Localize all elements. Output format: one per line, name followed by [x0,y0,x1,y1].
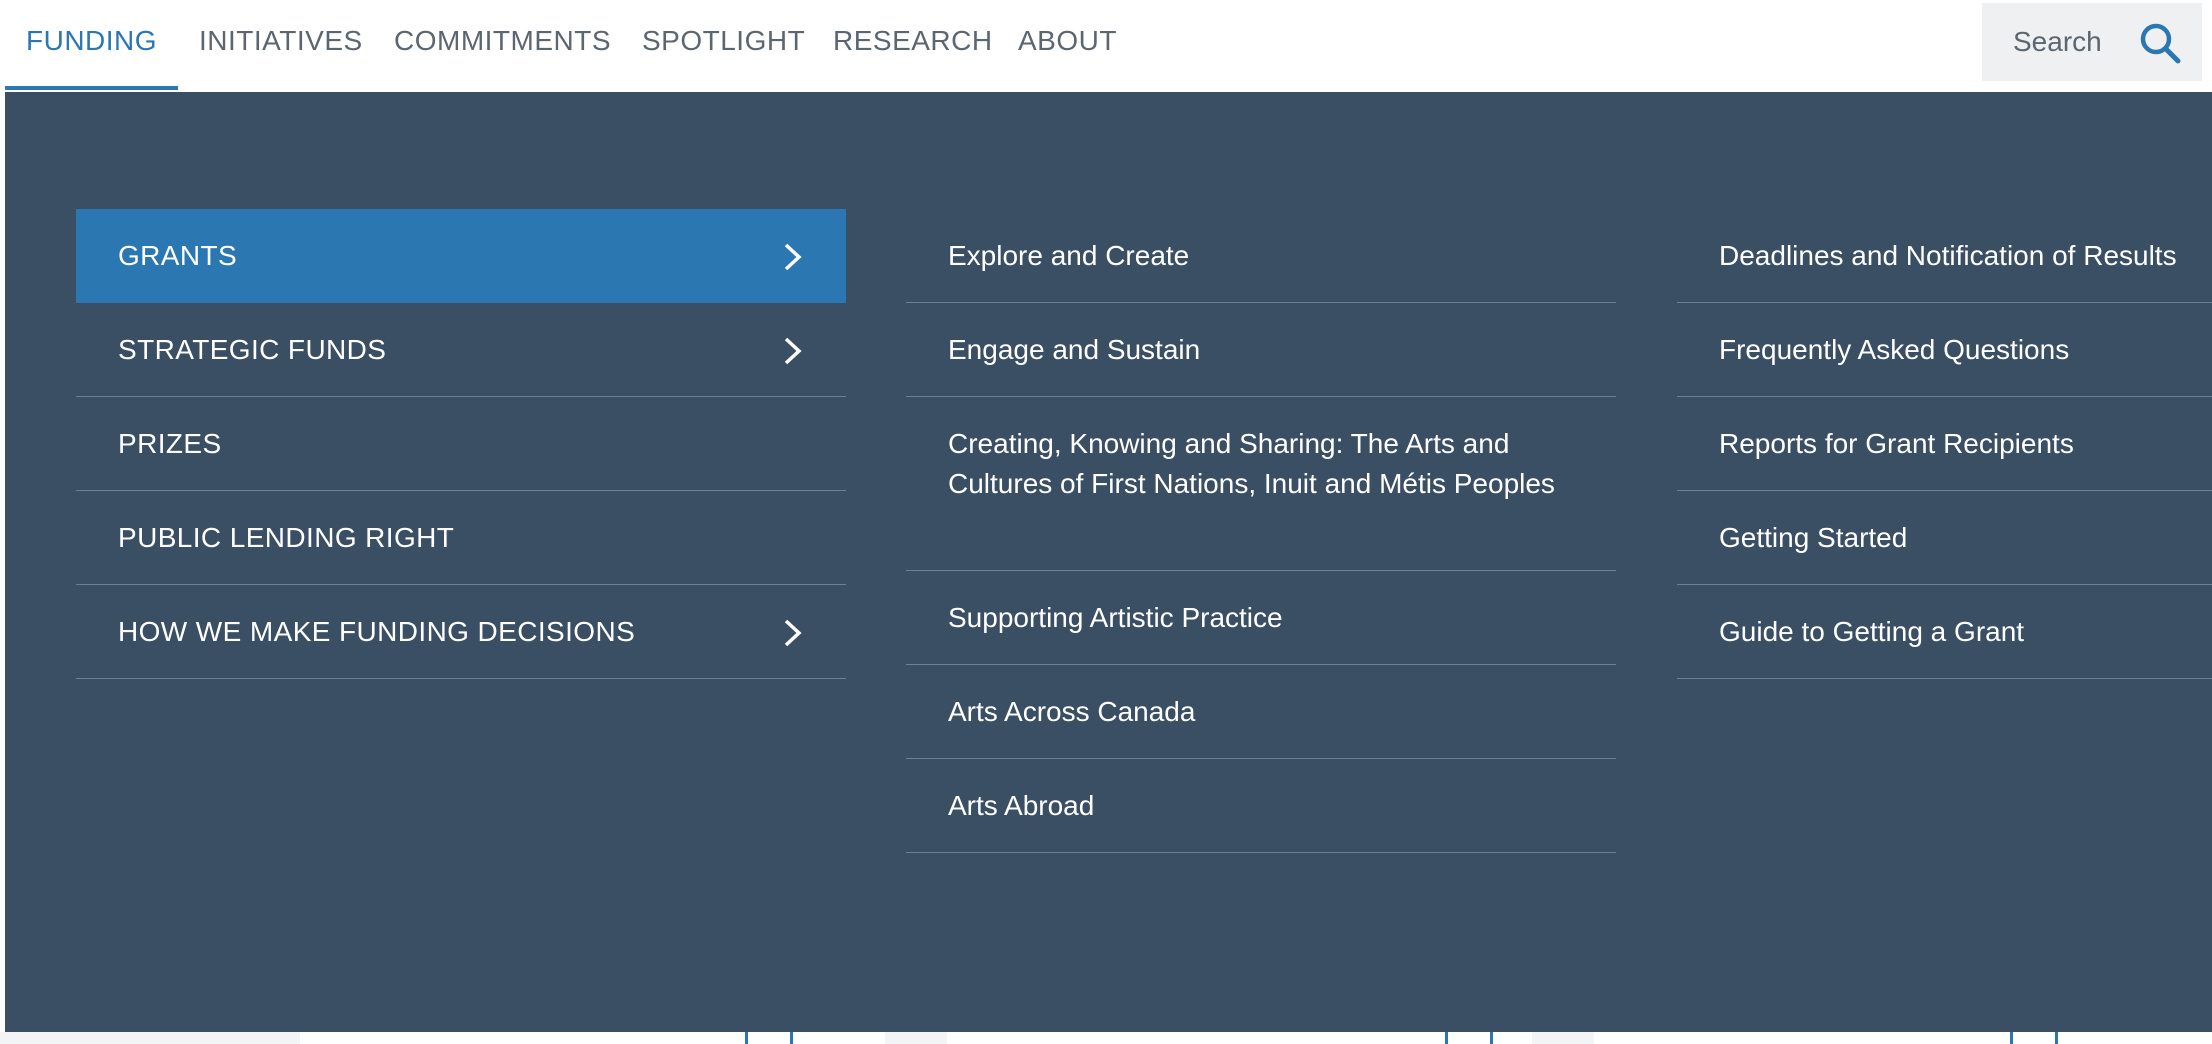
background-line [1445,1032,1448,1044]
menu-item-how-we-make-funding-decisions[interactable]: HOW WE MAKE FUNDING DECISIONS [76,585,846,679]
menu-item-label: GRANTS [118,240,238,271]
menu-link-label: Arts Abroad [948,790,1095,821]
search-box [1982,3,2202,81]
nav-spotlight[interactable]: SPOTLIGHT [642,0,805,86]
menu-link-deadlines[interactable]: Deadlines and Notification of Results [1677,209,2212,303]
menu-item-strategic-funds[interactable]: STRATEGIC FUNDS [76,303,846,397]
menu-item-grants[interactable]: GRANTS [76,209,846,303]
menu-item-prizes[interactable]: PRIZES [76,397,846,491]
menu-link-guide-to-getting-a-grant[interactable]: Guide to Getting a Grant [1677,585,2212,679]
search-input[interactable] [1982,3,2163,81]
menu-link-engage-and-sustain[interactable]: Engage and Sustain [906,303,1616,397]
menu-link-label: Frequently Asked Questions [1719,334,2070,365]
nav-funding[interactable]: FUNDING [5,0,179,90]
menu-item-label: STRATEGIC FUNDS [118,334,387,365]
search-icon[interactable] [2138,21,2182,65]
background-line [790,1032,793,1044]
nav-commitments[interactable]: COMMITMENTS [394,0,611,86]
background-block [1594,1032,2212,1044]
menu-link-label: Getting Started [1719,522,1908,553]
menu-link-arts-abroad[interactable]: Arts Abroad [906,759,1616,853]
menu-link-explore-and-create[interactable]: Explore and Create [906,209,1616,303]
menu-item-label: PRIZES [118,428,222,459]
menu-link-getting-started[interactable]: Getting Started [1677,491,2212,585]
background-line [745,1032,748,1044]
menu-link-label: Creating, Knowing and Sharing: The Arts … [948,428,1555,499]
menu-link-label: Deadlines and Notification of Results [1719,240,2177,271]
background-block [300,1032,885,1044]
menu-item-public-lending-right[interactable]: PUBLIC LENDING RIGHT [76,491,846,585]
nav-initiatives[interactable]: INITIATIVES [199,0,363,86]
menu-link-label: Guide to Getting a Grant [1719,616,2025,647]
menu-item-label: PUBLIC LENDING RIGHT [118,522,455,553]
menu-link-label: Arts Across Canada [948,696,1196,727]
menu-link-supporting-artistic-practice[interactable]: Supporting Artistic Practice [906,571,1616,665]
menu-link-faq[interactable]: Frequently Asked Questions [1677,303,2212,397]
menu-link-arts-across-canada[interactable]: Arts Across Canada [906,665,1616,759]
menu-link-label: Reports for Grant Recipients [1719,428,2074,459]
background-line [2055,1032,2058,1044]
menu-link-label: Explore and Create [948,240,1190,271]
menu-link-label: Engage and Sustain [948,334,1201,365]
chevron-right-icon [782,618,804,648]
background-line [1490,1032,1493,1044]
background-page-edge [0,1032,2212,1044]
menu-link-creating-knowing-and-sharing[interactable]: Creating, Knowing and Sharing: The Arts … [906,397,1616,571]
menu-link-label: Supporting Artistic Practice [948,602,1283,633]
chevron-right-icon [782,336,804,366]
chevron-right-icon [782,242,804,272]
top-navigation: FUNDING INITIATIVES COMMITMENTS SPOTLIGH… [0,0,2212,92]
menu-item-label: HOW WE MAKE FUNDING DECISIONS [118,616,636,647]
nav-about[interactable]: ABOUT [1018,0,1117,86]
nav-research[interactable]: RESEARCH [833,0,993,86]
background-line [2010,1032,2013,1044]
funding-mega-menu: GRANTS STRATEGIC FUNDS PRIZES PUBLIC LEN… [5,92,2212,1032]
menu-link-reports-for-grant-recipients[interactable]: Reports for Grant Recipients [1677,397,2212,491]
